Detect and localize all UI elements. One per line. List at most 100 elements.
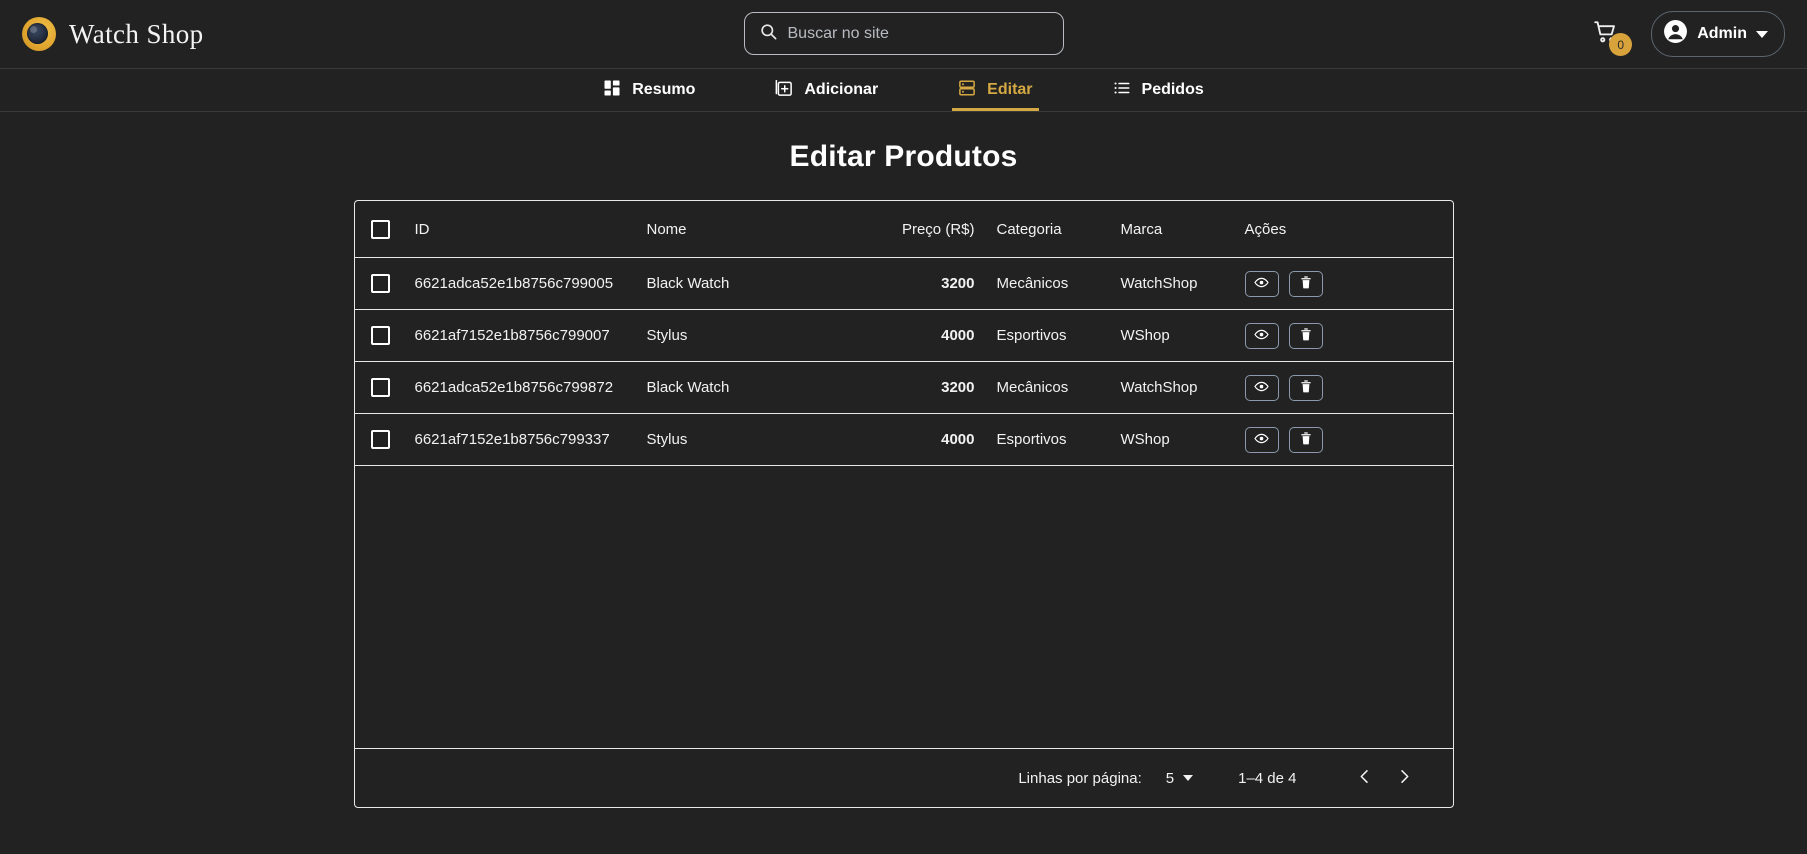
cell-price: 3200 (879, 379, 997, 396)
rows-per-page-label: Linhas por página: (1018, 770, 1141, 787)
add-box-icon (775, 79, 793, 102)
view-product-button[interactable] (1245, 375, 1279, 401)
chevron-right-icon (1396, 768, 1413, 788)
cell-brand: WShop (1121, 431, 1245, 448)
header-actions: 0 Admin (1589, 11, 1785, 57)
cell-brand: WatchShop (1121, 275, 1245, 292)
cell-price: 4000 (879, 431, 997, 448)
view-product-button[interactable] (1245, 323, 1279, 349)
cell-actions (1245, 427, 1453, 453)
account-circle-icon (1663, 19, 1688, 49)
trash-icon (1299, 431, 1313, 449)
cell-category: Esportivos (997, 431, 1121, 448)
cell-category: Esportivos (997, 327, 1121, 344)
cell-actions (1245, 375, 1453, 401)
row-checkbox[interactable] (371, 326, 390, 345)
row-select-cell (371, 378, 415, 397)
column-header-id: ID (415, 221, 647, 238)
cell-id: 6621adca52e1b8756c799872 (415, 379, 647, 396)
row-checkbox[interactable] (371, 430, 390, 449)
row-select-cell (371, 274, 415, 293)
select-all-checkbox[interactable] (371, 220, 390, 239)
cell-category: Mecânicos (997, 275, 1121, 292)
cell-name: Stylus (647, 327, 879, 344)
cell-id: 6621af7152e1b8756c799007 (415, 327, 647, 344)
rows-per-page-select[interactable]: 5 (1166, 770, 1193, 787)
column-header-preco: Preço (R$) (879, 221, 997, 238)
list-icon (1113, 79, 1131, 102)
cell-category: Mecânicos (997, 379, 1121, 396)
cell-brand: WShop (1121, 327, 1245, 344)
view-product-button[interactable] (1245, 271, 1279, 297)
table-row[interactable]: 6621af7152e1b8756c799337 Stylus 4000 Esp… (355, 414, 1453, 466)
trash-icon (1299, 275, 1313, 293)
tab-label: Resumo (632, 81, 695, 99)
table-header-row: ID Nome Preço (R$) Categoria Marca Ações (355, 201, 1453, 258)
cell-name: Black Watch (647, 275, 879, 292)
main-content: Editar Produtos ID Nome Preço (R$) Categ… (0, 112, 1807, 808)
table-row[interactable]: 6621adca52e1b8756c799005 Black Watch 320… (355, 258, 1453, 310)
brand-logo-link[interactable]: Watch Shop (22, 17, 204, 51)
cell-actions (1245, 271, 1453, 297)
column-header-acoes: Ações (1245, 221, 1453, 238)
cell-name: Stylus (647, 431, 879, 448)
search-input[interactable] (788, 25, 1049, 43)
list-alt-icon (958, 79, 976, 102)
user-menu-button[interactable]: Admin (1651, 11, 1785, 57)
column-header-nome: Nome (647, 221, 879, 238)
chevron-left-icon (1356, 768, 1373, 788)
next-page-button[interactable] (1385, 758, 1425, 798)
trash-icon (1299, 379, 1313, 397)
cell-id: 6621adca52e1b8756c799005 (415, 275, 647, 292)
watch-logo-icon (22, 17, 56, 51)
cart-button[interactable]: 0 (1589, 17, 1623, 51)
chevron-down-icon (1756, 31, 1768, 38)
tab-label: Editar (987, 81, 1032, 99)
delete-product-button[interactable] (1289, 375, 1323, 401)
table-row[interactable]: 6621af7152e1b8756c799007 Stylus 4000 Esp… (355, 310, 1453, 362)
eye-icon (1254, 327, 1269, 345)
cell-id: 6621af7152e1b8756c799337 (415, 431, 647, 448)
site-search (744, 12, 1064, 55)
products-table: ID Nome Preço (R$) Categoria Marca Ações… (354, 200, 1454, 808)
tab-adicionar[interactable]: Adicionar (765, 69, 888, 111)
search-box[interactable] (744, 12, 1064, 55)
page-title: Editar Produtos (789, 140, 1017, 174)
column-header-marca: Marca (1121, 221, 1245, 238)
column-header-categoria: Categoria (997, 221, 1121, 238)
row-checkbox[interactable] (371, 274, 390, 293)
rows-per-page-value: 5 (1166, 770, 1174, 787)
main-nav-tabs: Resumo Adicionar Editar (0, 68, 1807, 112)
delete-product-button[interactable] (1289, 271, 1323, 297)
top-header-bar: Watch Shop 0 (0, 0, 1807, 68)
tab-pedidos[interactable]: Pedidos (1103, 69, 1214, 111)
tab-label: Adicionar (804, 81, 878, 99)
previous-page-button[interactable] (1345, 758, 1385, 798)
tab-editar[interactable]: Editar (948, 69, 1042, 111)
chevron-down-icon (1183, 775, 1193, 781)
cell-actions (1245, 323, 1453, 349)
search-icon (759, 22, 778, 46)
dashboard-icon (603, 79, 621, 102)
tab-label: Pedidos (1142, 81, 1204, 99)
trash-icon (1299, 327, 1313, 345)
row-select-cell (371, 326, 415, 345)
delete-product-button[interactable] (1289, 427, 1323, 453)
row-select-cell (371, 430, 415, 449)
view-product-button[interactable] (1245, 427, 1279, 453)
row-checkbox[interactable] (371, 378, 390, 397)
table-empty-space (355, 466, 1453, 749)
brand-name: Watch Shop (69, 19, 204, 50)
select-all-cell (371, 220, 415, 239)
pagination-range-label: 1–4 de 4 (1238, 770, 1296, 787)
eye-icon (1254, 431, 1269, 449)
user-name-label: Admin (1697, 25, 1747, 43)
cart-count-badge: 0 (1609, 33, 1632, 56)
cell-name: Black Watch (647, 379, 879, 396)
cell-price: 3200 (879, 275, 997, 292)
cell-brand: WatchShop (1121, 379, 1245, 396)
cell-price: 4000 (879, 327, 997, 344)
table-row[interactable]: 6621adca52e1b8756c799872 Black Watch 320… (355, 362, 1453, 414)
delete-product-button[interactable] (1289, 323, 1323, 349)
tab-resumo[interactable]: Resumo (593, 69, 705, 111)
